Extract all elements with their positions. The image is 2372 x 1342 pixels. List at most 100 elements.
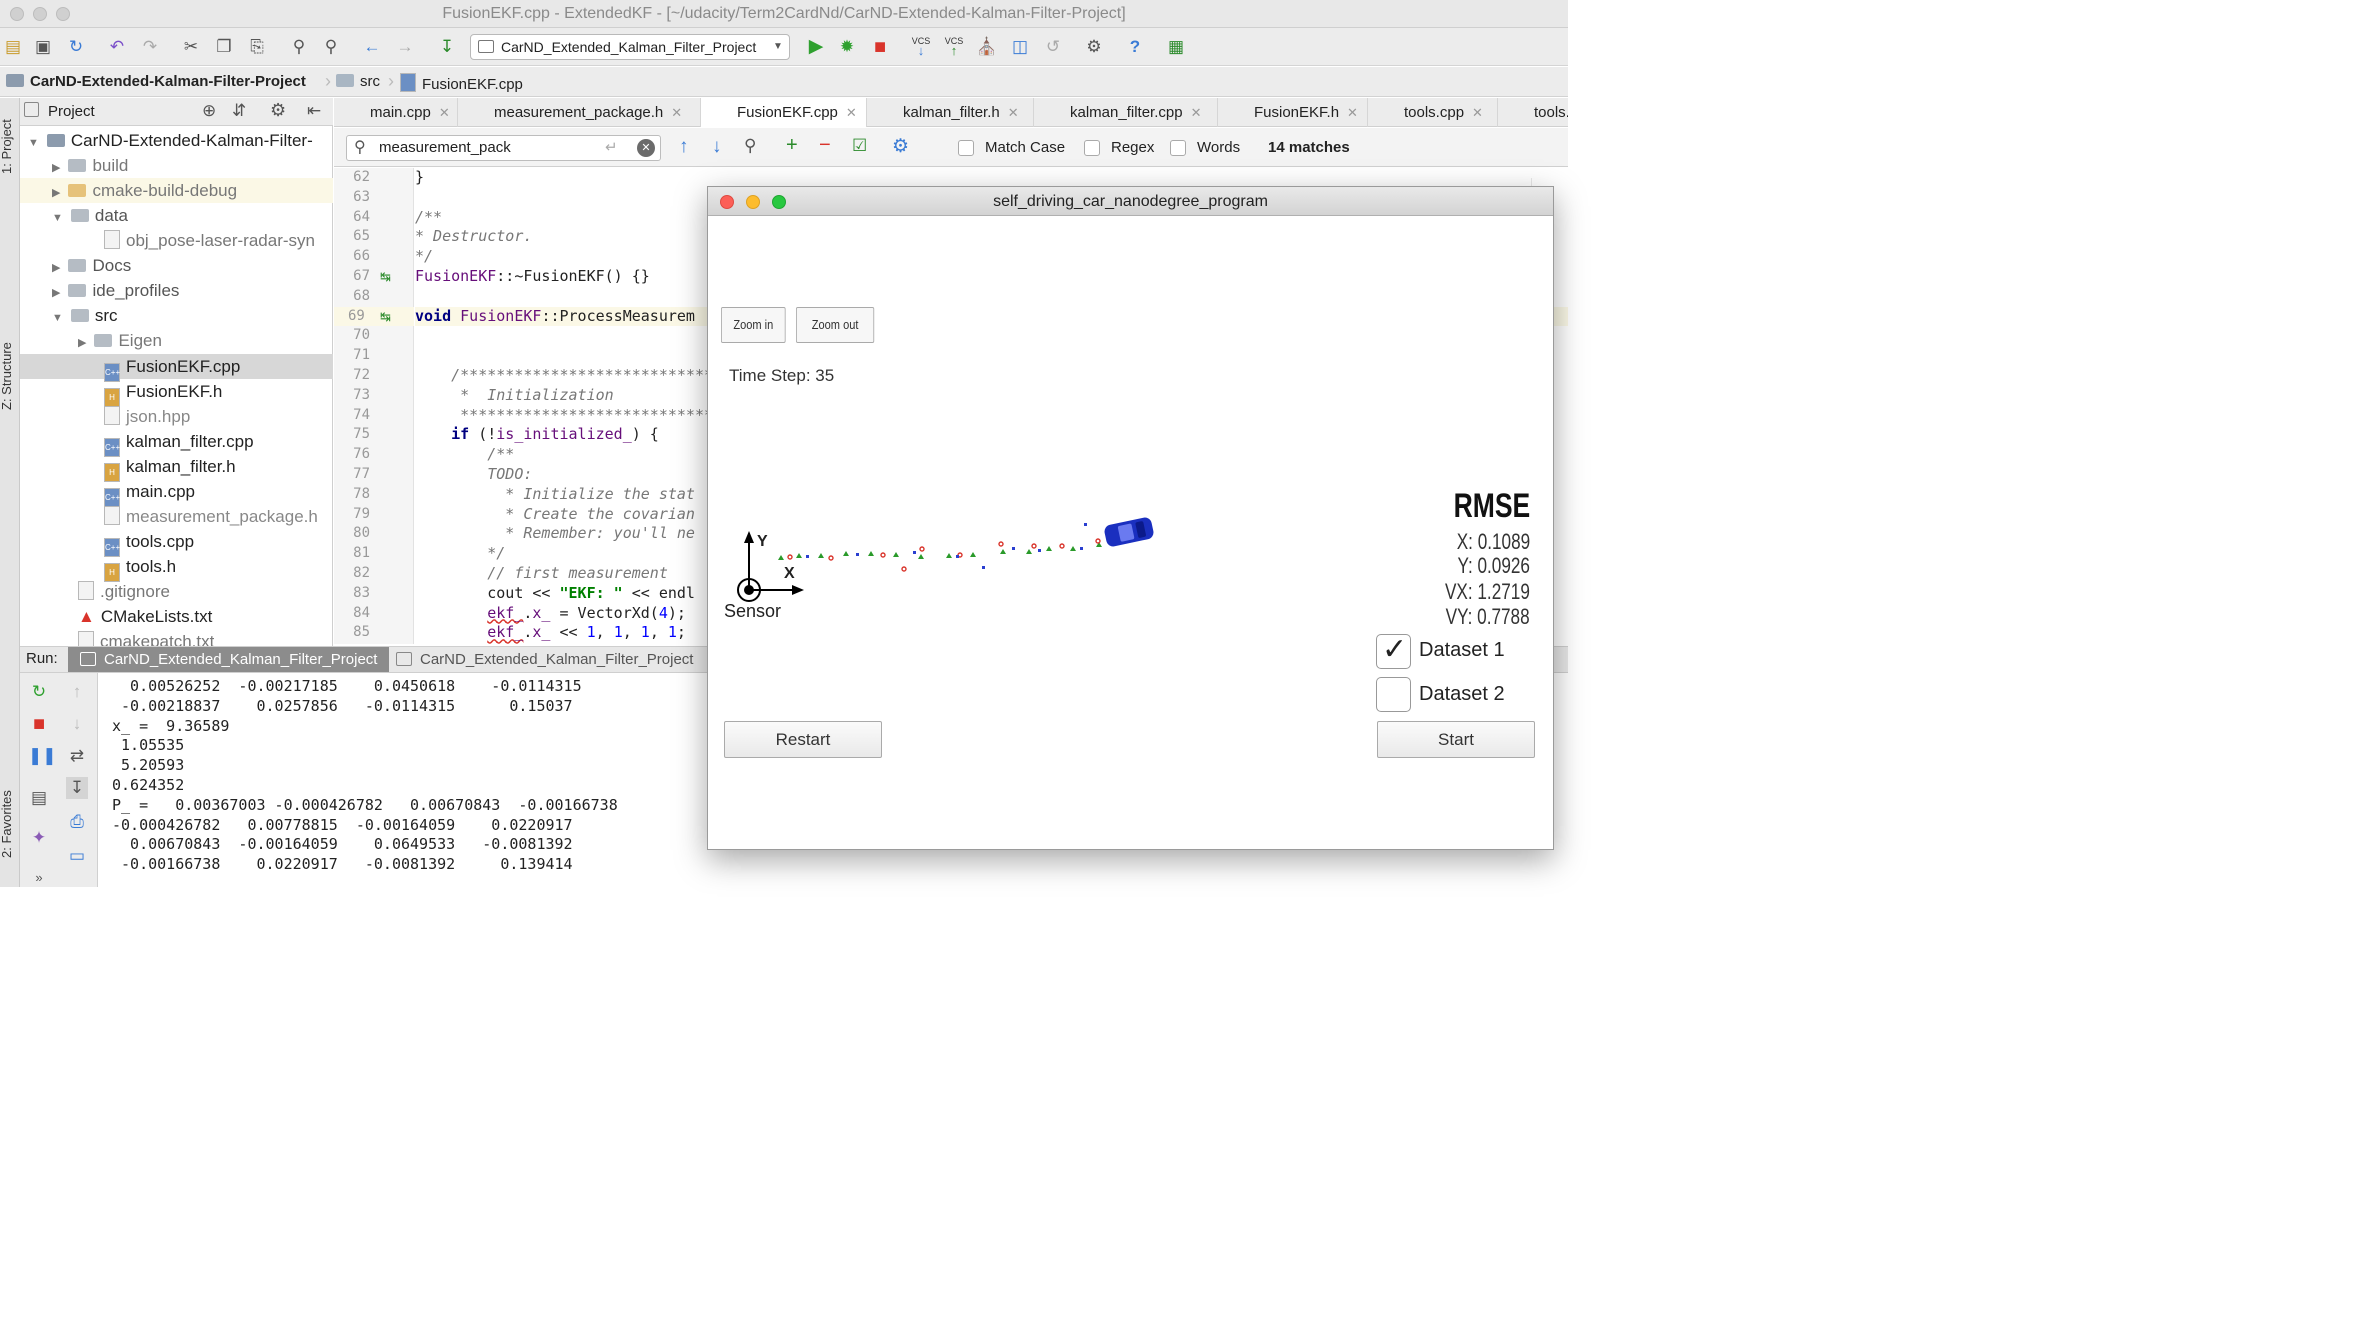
tab-tools-h[interactable]: tools.: [1498, 98, 1568, 127]
words-checkbox[interactable]: [1170, 140, 1186, 156]
tab-kalman-filter-h[interactable]: kalman_filter.h ✕: [867, 98, 1034, 127]
paste-icon[interactable]: ⎘: [246, 36, 268, 58]
start-button[interactable]: Start: [1377, 721, 1535, 758]
tab-tools-cpp[interactable]: tools.cpp ✕: [1368, 98, 1498, 127]
settings-wrench-icon[interactable]: ⚙: [1083, 36, 1105, 58]
forward-icon[interactable]: →: [394, 36, 416, 58]
tree-item-main-cpp[interactable]: C++ main.cpp: [104, 479, 195, 507]
match-case-checkbox[interactable]: [958, 140, 974, 156]
tree-item-cmakepatch[interactable]: cmakepatch.txt: [78, 629, 214, 646]
tree-item-cmakelists[interactable]: ▲ CMakeLists.txt: [78, 604, 212, 629]
run-configuration-select[interactable]: CarND_Extended_Kalman_Filter_Project ▼: [470, 34, 790, 60]
override-marker-icon[interactable]: ↹: [380, 269, 391, 285]
zoom-out-button[interactable]: Zoom out: [796, 307, 875, 343]
tab-measurement-package-h[interactable]: measurement_package.h ✕: [458, 98, 701, 127]
down-stack-icon[interactable]: ↓: [66, 713, 88, 735]
structure-tool-tab[interactable]: Z: Structure: [0, 342, 14, 410]
dataset-2-checkbox[interactable]: [1376, 677, 1411, 712]
vcs-update-icon[interactable]: VCS ↓: [910, 36, 932, 58]
pin-icon[interactable]: ✦: [28, 827, 50, 849]
zoom-in-button[interactable]: Zoom in: [721, 307, 786, 343]
stop-run-icon[interactable]: ■: [28, 713, 50, 735]
print-icon[interactable]: ⎙: [66, 811, 88, 833]
tree-item-json-hpp[interactable]: json.hpp: [104, 404, 190, 429]
tab-fusionekf-cpp[interactable]: FusionEKF.cpp ✕: [701, 98, 867, 127]
stop-icon[interactable]: ■: [869, 36, 891, 58]
zoom-window-button[interactable]: [772, 195, 786, 209]
close-window-button[interactable]: [720, 195, 734, 209]
back-icon[interactable]: ←: [361, 36, 383, 58]
project-panel-title[interactable]: Project: [48, 103, 95, 120]
tree-item-build[interactable]: ▶ build: [52, 153, 128, 178]
up-stack-icon[interactable]: ↑: [66, 681, 88, 703]
regex-checkbox[interactable]: [1084, 140, 1100, 156]
redo-icon[interactable]: ↷: [139, 36, 161, 58]
cut-icon[interactable]: ✂: [180, 36, 202, 58]
add-occurrence-icon[interactable]: +: [786, 134, 798, 157]
gear-icon[interactable]: ⚙: [270, 100, 286, 121]
tree-item-docs[interactable]: ▶ Docs: [52, 253, 131, 278]
project-tool-tab[interactable]: 1: Project: [0, 119, 14, 174]
locate-icon[interactable]: ⊕: [202, 101, 216, 121]
breadcrumb-file[interactable]: FusionEKF.cpp: [400, 73, 523, 93]
run-icon[interactable]: ▶: [805, 36, 827, 58]
tab-kalman-filter-cpp[interactable]: kalman_filter.cpp ✕: [1034, 98, 1218, 127]
pause-icon[interactable]: ❚❚: [28, 745, 57, 767]
sync-icon[interactable]: ↻: [65, 36, 87, 58]
tree-item-ide-profiles[interactable]: ▶ ide_profiles: [52, 278, 179, 303]
breadcrumb-src[interactable]: src: [336, 73, 380, 90]
tree-item-kalman-filter-h[interactable]: Hkalman_filter.h: [104, 454, 236, 482]
tree-item-src[interactable]: ▼ src: [52, 303, 118, 328]
tree-item-obj-pose-file[interactable]: obj_pose-laser-radar-syn: [104, 228, 315, 253]
tree-item-cmake-build-debug[interactable]: ▶ cmake-build-debug: [52, 178, 237, 203]
open-folder-icon[interactable]: ▤: [2, 36, 24, 58]
copy-icon[interactable]: ❐: [213, 36, 235, 58]
project-structure-icon[interactable]: ▦: [1165, 36, 1187, 58]
trash-icon[interactable]: ▭: [66, 845, 88, 867]
dataset-1-checkbox[interactable]: ✓: [1376, 633, 1411, 669]
select-all-occurrences-icon[interactable]: ⚲: [744, 136, 756, 156]
tree-item-kalman-filter-cpp[interactable]: C++ kalman_filter.cpp: [104, 429, 254, 457]
tree-item-data[interactable]: ▼ data: [52, 203, 128, 228]
save-icon[interactable]: ▣: [32, 36, 54, 58]
debug-icon[interactable]: ✹: [836, 36, 858, 58]
revert-icon[interactable]: ↺: [1042, 36, 1064, 58]
hide-panel-icon[interactable]: ⇤: [307, 101, 321, 121]
run-tab-inactive[interactable]: CarND_Extended_Kalman_Filter_Project: [384, 647, 705, 672]
previous-match-icon[interactable]: ↑: [679, 136, 689, 158]
run-tab-active[interactable]: CarND_Extended_Kalman_Filter_Project: [68, 647, 390, 672]
restart-button[interactable]: Restart: [724, 721, 882, 758]
soft-wrap-icon[interactable]: ⇄: [66, 745, 88, 767]
tree-item-fusionekf-h[interactable]: H FusionEKF.h: [104, 379, 222, 407]
replace-icon[interactable]: ⚲: [320, 36, 342, 58]
more-icon[interactable]: »: [28, 867, 50, 889]
tree-item-tools-cpp[interactable]: C++ tools.cpp: [104, 529, 194, 557]
remove-occurrence-icon[interactable]: −: [819, 134, 831, 157]
build-icon[interactable]: ↧: [436, 36, 458, 58]
breadcrumb-project[interactable]: CarND-Extended-Kalman-Filter-Project: [6, 73, 306, 90]
minimize-window-button[interactable]: [746, 195, 760, 209]
help-icon[interactable]: ?: [1124, 36, 1146, 58]
collapse-all-icon[interactable]: ⇵: [232, 101, 246, 121]
next-match-icon[interactable]: ↓: [712, 136, 722, 158]
undo-icon[interactable]: ↶: [106, 36, 128, 58]
find-icon[interactable]: ⚲: [288, 36, 310, 58]
tree-item-fusionekf-cpp[interactable]: C++ FusionEKF.cpp: [104, 354, 240, 382]
tree-item-root[interactable]: ▼ CarND-Extended-Kalman-Filter-: [28, 128, 313, 153]
rerun-icon[interactable]: ↻: [28, 681, 50, 703]
vcs-history-icon[interactable]: ⛪: [976, 36, 998, 58]
layout-icon[interactable]: ▤: [28, 787, 50, 809]
scroll-to-end-icon[interactable]: ↧: [66, 777, 88, 799]
tree-item-tools-h[interactable]: Htools.h: [104, 554, 176, 582]
vcs-compare-icon[interactable]: ◫: [1009, 36, 1031, 58]
tree-item-measurement-package-h[interactable]: measurement_package.h: [104, 504, 318, 529]
favorites-tool-tab[interactable]: 2: Favorites: [0, 790, 14, 858]
vcs-commit-icon[interactable]: VCS ↑: [943, 36, 965, 58]
tree-item-eigen[interactable]: ▶ Eigen: [78, 328, 162, 353]
tab-fusionekf-h[interactable]: FusionEKF.h ✕: [1218, 98, 1368, 127]
override-marker-icon[interactable]: ↹: [380, 309, 391, 325]
find-settings-gear-icon[interactable]: ⚙: [892, 135, 909, 158]
tree-item-gitignore[interactable]: .gitignore: [78, 579, 170, 604]
search-input[interactable]: ⚲ measurement_pack ↵ ✕: [346, 135, 661, 161]
clear-search-icon[interactable]: ✕: [637, 139, 655, 157]
